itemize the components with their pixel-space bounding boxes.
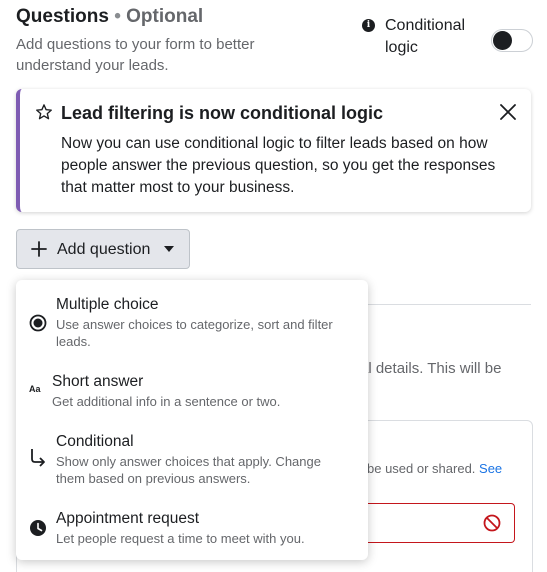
menu-item-short-answer[interactable]: Aa Short answer Get additional info in a… [16, 372, 368, 412]
menu-item-name: Appointment request [56, 510, 200, 527]
conditional-logic-control: i Conditional logic [362, 15, 533, 61]
menu-item-name: Short answer [52, 373, 144, 390]
branch-arrow-icon [31, 449, 45, 467]
error-ban-icon [483, 514, 501, 532]
background-error-input[interactable] [367, 503, 515, 543]
plus-icon [31, 241, 47, 257]
text-aa-icon: Aa [29, 384, 41, 394]
menu-item-description: Show only answer choices that apply. Cha… [56, 454, 321, 486]
banner-title: Lead filtering is now conditional logic [61, 103, 384, 123]
caret-down-icon [164, 246, 174, 252]
section-title: Questions • Optional [16, 6, 203, 28]
background-card-text: be used or shared. See [367, 461, 502, 476]
conditional-logic-toggle[interactable] [491, 29, 533, 52]
add-question-button[interactable]: Add question [16, 229, 190, 269]
menu-item-name: Conditional [56, 433, 134, 450]
title-text: Questions [16, 6, 109, 27]
title-separator: • [114, 6, 121, 27]
close-icon[interactable] [499, 103, 517, 121]
info-banner: Lead filtering is now conditional logic … [16, 89, 531, 212]
menu-item-description: Let people request a time to meet with y… [56, 531, 305, 546]
see-link[interactable]: See [479, 461, 502, 476]
section-subtitle: Add questions to your form to better und… [16, 36, 255, 74]
menu-item-description: Use answer choices to categorize, sort a… [56, 317, 333, 349]
toggle-knob [493, 31, 512, 50]
menu-item-description: Get additional info in a sentence or two… [52, 394, 281, 409]
background-card-text-main: be used or shared. [367, 461, 476, 476]
radio-icon [29, 314, 47, 332]
background-text: al details. This will be [360, 360, 502, 377]
menu-item-conditional[interactable]: Conditional Show only answer choices tha… [16, 432, 368, 492]
info-icon[interactable]: i [362, 19, 375, 32]
conditional-logic-label: Conditional logic [385, 17, 466, 56]
menu-item-appointment-request[interactable]: Appointment request Let people request a… [16, 509, 368, 549]
question-type-dropdown: Multiple choice Use answer choices to ca… [16, 280, 368, 560]
menu-item-multiple-choice[interactable]: Multiple choice Use answer choices to ca… [16, 294, 368, 356]
clock-icon [30, 520, 46, 536]
optional-label: Optional [126, 6, 204, 27]
menu-item-name: Multiple choice [56, 296, 159, 313]
star-icon [36, 104, 52, 120]
add-question-label: Add question [57, 241, 151, 258]
banner-body: Now you can use conditional logic to fil… [61, 135, 496, 196]
